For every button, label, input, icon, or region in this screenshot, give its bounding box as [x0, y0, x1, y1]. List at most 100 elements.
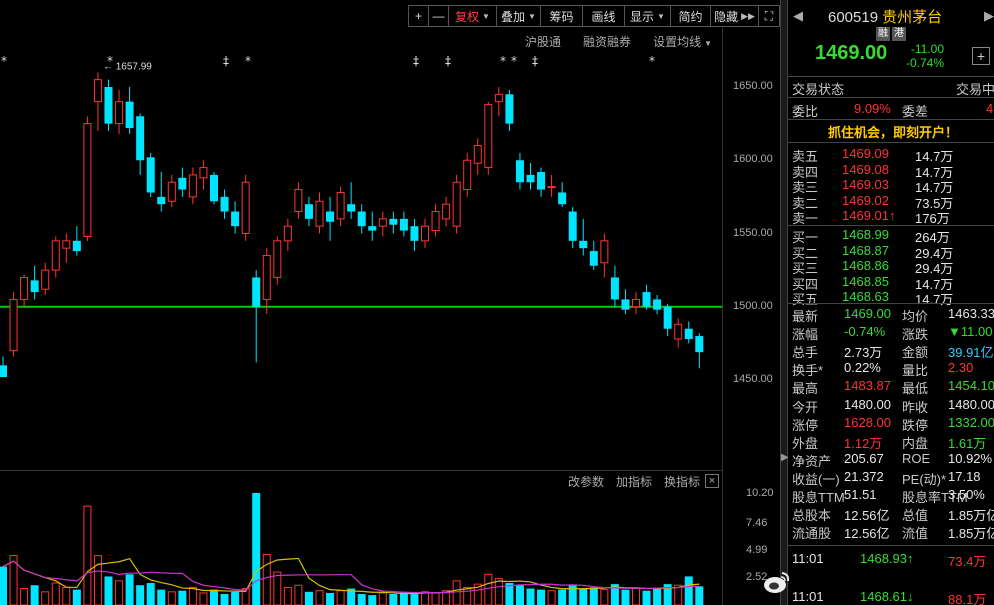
- candle[interactable]: [494, 87, 503, 117]
- simple-mode-button[interactable]: 简约: [670, 5, 710, 27]
- candle[interactable]: [315, 192, 324, 234]
- candle[interactable]: [589, 240, 598, 271]
- candle[interactable]: [210, 171, 218, 205]
- volume-bar[interactable]: [167, 591, 176, 605]
- zoom-out-button[interactable]: —: [428, 5, 448, 27]
- volume-bar[interactable]: [336, 590, 345, 605]
- open-account-banner[interactable]: 抓住机会，即刻开户！: [828, 122, 958, 141]
- candle[interactable]: [653, 295, 662, 315]
- candle[interactable]: [347, 182, 356, 219]
- volume-bar[interactable]: [589, 587, 598, 605]
- swap-indicator-link[interactable]: 换指标: [664, 473, 700, 490]
- draw-line-button[interactable]: 画线: [582, 5, 624, 27]
- candle[interactable]: [41, 262, 50, 296]
- volume-bar[interactable]: [653, 588, 662, 605]
- volume-bar[interactable]: [72, 589, 81, 605]
- candle[interactable]: [146, 152, 155, 197]
- add-watchlist-button[interactable]: +: [972, 47, 990, 65]
- fuquan-button[interactable]: 复权 ▼: [448, 5, 496, 27]
- candle[interactable]: [125, 87, 134, 134]
- candle[interactable]: [336, 186, 345, 227]
- volume-bar[interactable]: [579, 588, 588, 605]
- candle[interactable]: [188, 167, 197, 205]
- volume-bar[interactable]: [547, 590, 556, 605]
- candle[interactable]: [241, 174, 250, 241]
- candle[interactable]: [515, 152, 524, 190]
- candle[interactable]: [610, 265, 619, 307]
- volume-bar[interactable]: [199, 592, 208, 605]
- candle[interactable]: [537, 167, 546, 197]
- rzrq-link[interactable]: 融资融券: [583, 33, 631, 50]
- candle[interactable]: [231, 201, 240, 234]
- candle[interactable]: [600, 233, 609, 278]
- volume-bar[interactable]: [410, 594, 419, 605]
- candle[interactable]: [252, 270, 261, 363]
- volume-bar[interactable]: [368, 595, 377, 605]
- volume-bar[interactable]: [252, 493, 261, 605]
- volume-bar[interactable]: [389, 594, 398, 605]
- volume-bar[interactable]: [463, 586, 472, 605]
- volume-bar[interactable]: [315, 590, 324, 605]
- volume-bar[interactable]: [515, 585, 524, 605]
- candle[interactable]: [220, 189, 229, 219]
- candle[interactable]: [262, 248, 271, 315]
- volume-bar[interactable]: [283, 586, 292, 605]
- ask-row[interactable]: 卖一 1469.01↑ 176万: [788, 208, 994, 226]
- candle[interactable]: [9, 292, 18, 357]
- candle[interactable]: [399, 211, 408, 237]
- volume-bar[interactable]: [537, 589, 546, 605]
- volume-bar[interactable]: [136, 585, 145, 605]
- candle[interactable]: [283, 218, 292, 252]
- volume-bar[interactable]: [20, 588, 29, 605]
- volume-bar[interactable]: [526, 588, 535, 605]
- volume-bar[interactable]: [146, 583, 155, 605]
- volume-bar[interactable]: [104, 576, 113, 605]
- volume-bar[interactable]: [125, 574, 134, 605]
- candle[interactable]: [104, 79, 113, 131]
- bid-row[interactable]: 买五 1468.63 14.7万: [788, 289, 994, 307]
- volume-bar[interactable]: [41, 591, 50, 605]
- candle[interactable]: [421, 218, 429, 249]
- volume-bar[interactable]: [642, 590, 651, 605]
- change-params-link[interactable]: 改参数: [568, 473, 604, 490]
- volume-bar[interactable]: [294, 584, 303, 605]
- volume-bar[interactable]: [494, 578, 503, 605]
- candle[interactable]: [357, 204, 366, 234]
- volume-bar[interactable]: [558, 589, 567, 605]
- kline-chart-area[interactable]: + — 复权 ▼ 叠加 ▼ 筹码 画线 显示 ▼ 简约 隐藏 ▶▶ ⛶ 沪股通 融资融券…: [0, 0, 780, 605]
- candle[interactable]: [0, 356, 7, 378]
- candle[interactable]: [72, 226, 81, 256]
- candle[interactable]: [378, 211, 387, 237]
- candle[interactable]: [526, 163, 535, 190]
- volume-bar[interactable]: [210, 589, 218, 605]
- volume-bar[interactable]: [452, 580, 461, 605]
- volume-bar[interactable]: [51, 582, 60, 605]
- candle[interactable]: [632, 292, 640, 315]
- candle[interactable]: [473, 138, 482, 175]
- volume-bar[interactable]: [262, 553, 271, 605]
- candle[interactable]: [167, 174, 176, 208]
- candle[interactable]: [326, 196, 335, 241]
- candle[interactable]: [20, 274, 29, 307]
- candle[interactable]: [463, 152, 472, 197]
- candle[interactable]: [294, 182, 303, 219]
- candle[interactable]: [558, 182, 567, 208]
- volume-bar[interactable]: [231, 591, 240, 605]
- candle[interactable]: [199, 160, 208, 190]
- candle[interactable]: [62, 233, 71, 263]
- volume-bar[interactable]: [484, 573, 493, 605]
- candle[interactable]: [30, 265, 39, 300]
- volume-bar[interactable]: [684, 576, 693, 605]
- volume-bar[interactable]: [378, 592, 387, 605]
- zoom-in-button[interactable]: +: [408, 5, 428, 27]
- candle[interactable]: [83, 116, 92, 241]
- candle[interactable]: [93, 72, 102, 131]
- volume-bar[interactable]: [632, 588, 640, 605]
- volume-bar[interactable]: [357, 594, 366, 605]
- candle[interactable]: [621, 289, 630, 315]
- candle[interactable]: [674, 318, 683, 348]
- volume-bar[interactable]: [188, 586, 197, 605]
- candle[interactable]: [452, 174, 461, 234]
- candle[interactable]: [684, 321, 693, 344]
- volume-bar[interactable]: [220, 594, 229, 605]
